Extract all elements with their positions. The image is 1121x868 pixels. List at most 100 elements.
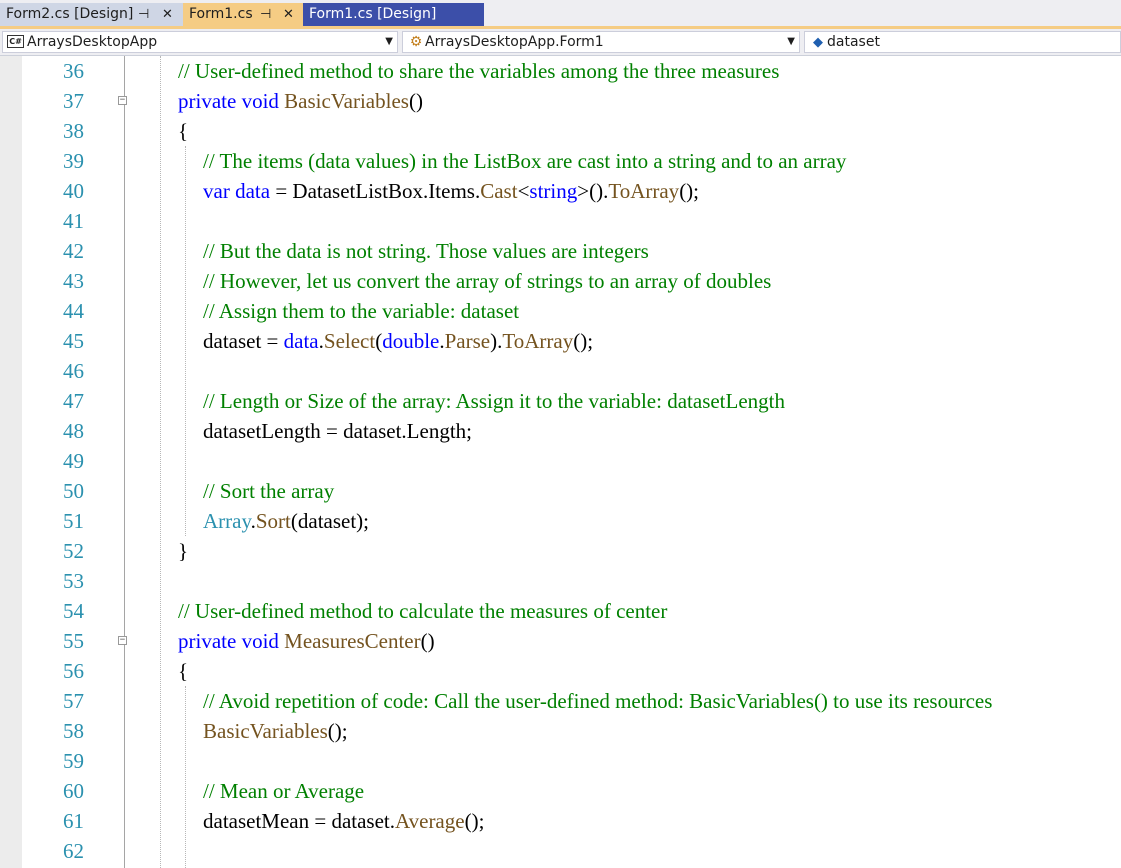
code-token: // Avoid repetition of code: Call the us… — [203, 689, 993, 713]
outlining-line — [124, 56, 125, 868]
code-token: // Mean or Average — [203, 779, 365, 803]
code-token: >(). — [577, 179, 609, 203]
code-token: Array — [203, 509, 251, 533]
code-editor[interactable]: 36 37 38 39 40 41 42 43 44 45 46 47 48 49 50 51 52 53 54 55… — [0, 56, 1121, 868]
code-token: // The items (data values) in the ListBo… — [203, 149, 847, 173]
code-token: < — [517, 179, 530, 203]
code-token: = DatasetListBox.Items. — [270, 179, 481, 203]
code-line[interactable]: private void BasicVariables() — [178, 86, 423, 116]
code-token: // Assign them to the variable: dataset — [203, 299, 520, 323]
code-token: private — [178, 89, 237, 113]
code-line[interactable]: } — [178, 536, 188, 566]
code-line[interactable]: // User-defined method to share the vari… — [178, 56, 779, 86]
code-token: ). — [490, 329, 503, 353]
tab-form1-design[interactable]: Form1.cs [Design] — [303, 3, 484, 26]
code-token: dataset = — [203, 329, 284, 353]
tab-label: Form2.cs [Design] — [6, 6, 134, 22]
code-token: Sort — [255, 509, 291, 533]
indent-guide — [185, 146, 186, 536]
code-token: data — [283, 329, 319, 353]
code-line[interactable]: // Avoid repetition of code: Call the us… — [203, 686, 992, 716]
line-number: 54 — [63, 599, 84, 623]
code-token: // User-defined method to share the vari… — [178, 59, 780, 83]
csharp-icon: C# — [7, 34, 24, 48]
class-icon: ⚙ — [409, 34, 423, 50]
code-token: Select — [323, 329, 376, 353]
code-token: // Length or Size of the array: Assign i… — [203, 389, 786, 413]
code-line[interactable]: // But the data is not string. Those val… — [203, 236, 649, 266]
close-icon[interactable]: ✕ — [162, 3, 173, 26]
code-token: (); — [679, 179, 700, 203]
chevron-down-icon[interactable]: ▼ — [787, 32, 795, 52]
class-dropdown[interactable]: ⚙ ArraysDesktopApp.Form1 ▼ — [402, 31, 800, 53]
line-number: 53 — [63, 569, 84, 593]
member-label: dataset — [827, 34, 880, 50]
close-icon[interactable]: ✕ — [283, 3, 294, 26]
class-label: ArraysDesktopApp.Form1 — [425, 34, 604, 50]
line-number: 50 — [63, 479, 84, 503]
code-token: BasicVariables — [203, 719, 328, 743]
code-token: void — [241, 629, 279, 653]
code-token: Cast — [480, 179, 518, 203]
line-number: 44 — [63, 299, 84, 323]
code-token: private — [178, 629, 237, 653]
code-token: } — [178, 539, 189, 563]
line-number: 59 — [63, 749, 84, 773]
tab-label: Form1.cs — [189, 6, 253, 22]
code-line[interactable]: { — [178, 116, 188, 146]
code-token: (); — [327, 719, 348, 743]
code-line[interactable]: Array.Sort(dataset); — [203, 506, 369, 536]
code-token: // But the data is not string. Those val… — [203, 239, 649, 263]
line-number: 56 — [63, 659, 84, 683]
code-line[interactable]: BasicVariables(); — [203, 716, 348, 746]
line-number: 41 — [63, 209, 84, 233]
code-line[interactable]: // Length or Size of the array: Assign i… — [203, 386, 785, 416]
code-token: BasicVariables — [284, 89, 409, 113]
document-tab-bar: Form2.cs [Design] ⊣ ✕ Form1.cs ⊣ ✕ Form1… — [0, 0, 1121, 29]
pin-icon[interactable]: ⊣ — [260, 3, 271, 26]
code-line[interactable]: { — [178, 656, 188, 686]
navigation-bar: C# ArraysDesktopApp ▼ ⚙ ArraysDesktopApp.F… — [0, 29, 1121, 56]
code-token: Parse — [444, 329, 491, 353]
code-token: // User-defined method to calculate the … — [178, 599, 668, 623]
line-number: 40 — [63, 179, 84, 203]
line-number: 48 — [63, 419, 84, 443]
field-icon: ◆ — [813, 35, 823, 50]
code-line[interactable]: // However, let us convert the array of … — [203, 266, 771, 296]
chevron-down-icon[interactable]: ▼ — [385, 32, 393, 52]
indent-guide — [185, 686, 186, 868]
line-number: 61 — [63, 809, 84, 833]
code-line[interactable]: // The items (data values) in the ListBo… — [203, 146, 846, 176]
line-number: 49 — [63, 449, 84, 473]
code-line[interactable]: // Mean or Average — [203, 776, 364, 806]
code-token: (); — [573, 329, 594, 353]
code-line[interactable]: // User-defined method to calculate the … — [178, 596, 667, 626]
collapse-toggle-icon[interactable]: − — [118, 636, 127, 645]
tab-form2-design[interactable]: Form2.cs [Design] ⊣ ✕ — [0, 3, 183, 26]
tab-form1-cs[interactable]: Form1.cs ⊣ ✕ — [183, 3, 303, 26]
code-token: data — [235, 179, 271, 203]
project-dropdown[interactable]: C# ArraysDesktopApp ▼ — [2, 31, 398, 53]
code-line[interactable]: private void MeasuresCenter() — [178, 626, 435, 656]
tab-label: Form1.cs [Design] — [309, 6, 437, 22]
line-number: 55 — [63, 629, 84, 653]
code-line[interactable]: dataset = data.Select(double.Parse).ToAr… — [203, 326, 593, 356]
code-token: { — [178, 119, 189, 143]
line-number: 42 — [63, 239, 84, 263]
member-dropdown[interactable]: ◆ dataset — [804, 31, 1121, 53]
pin-icon[interactable]: ⊣ — [138, 3, 149, 26]
code-token: // However, let us convert the array of … — [203, 269, 772, 293]
code-token: datasetMean = dataset. — [203, 809, 396, 833]
code-line[interactable]: // Sort the array — [203, 476, 334, 506]
line-number: 37 — [63, 89, 84, 113]
line-number: 36 — [63, 59, 84, 83]
line-number: 57 — [63, 689, 84, 713]
code-line[interactable]: var data = DatasetListBox.Items.Cast<str… — [203, 176, 699, 206]
code-line[interactable]: datasetMean = dataset.Average(); — [203, 806, 484, 836]
code-line[interactable]: // Assign them to the variable: dataset — [203, 296, 519, 326]
code-line[interactable]: datasetLength = dataset.Length; — [203, 416, 472, 446]
code-token: ToArray — [502, 329, 574, 353]
code-token: void — [241, 89, 279, 113]
line-number: 51 — [63, 509, 84, 533]
collapse-toggle-icon[interactable]: − — [118, 96, 127, 105]
